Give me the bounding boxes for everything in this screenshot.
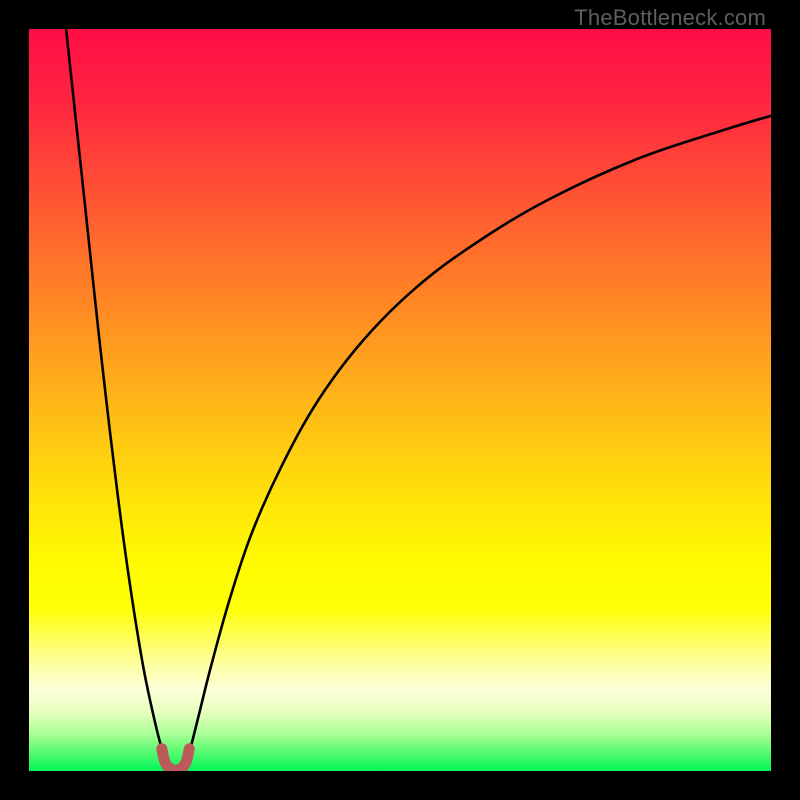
annotation-layer bbox=[29, 29, 771, 771]
chart-frame: TheBottleneck.com bbox=[0, 0, 800, 800]
u-marker bbox=[162, 749, 189, 771]
attribution-text: TheBottleneck.com bbox=[574, 5, 766, 31]
plot-area bbox=[29, 29, 771, 771]
